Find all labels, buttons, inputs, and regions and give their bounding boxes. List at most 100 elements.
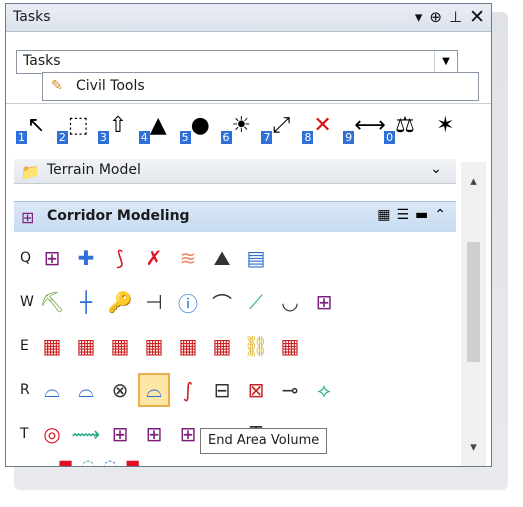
scale-icon: ⚖ [395, 113, 415, 138]
curve2-icon[interactable]: ∫ [174, 375, 202, 405]
corridor-plus-icon[interactable]: ⊞ [106, 419, 134, 449]
end-area-volume-icon[interactable]: ⌓ [138, 373, 170, 407]
grid-icon[interactable]: ▦ [38, 331, 66, 361]
info-icon[interactable]: ⓘ [174, 287, 202, 317]
target-icon[interactable]: ◎ [38, 419, 66, 449]
tool-icon[interactable]: ■ [125, 456, 140, 466]
row-key: E [20, 338, 29, 354]
grid-curve-icon[interactable]: ▦ [208, 331, 236, 361]
scroll-down-icon[interactable]: ▾ [461, 440, 486, 458]
tool-row-q: Q ⊞ ✚ ⟆ ✗ ≋ ⛰ ▤ [20, 240, 276, 276]
tool-select[interactable]: ↖ 1 [16, 110, 53, 150]
curve-icon[interactable]: ⟆ [106, 243, 134, 273]
chevron-up-icon[interactable]: ⌃ [434, 207, 446, 223]
shortcut-number: 6 [220, 131, 232, 144]
corridor-x-icon[interactable]: ⊞ [140, 419, 168, 449]
pin-icon[interactable]: ⊕ [429, 7, 442, 27]
selection-box-icon: ⬚ [67, 113, 89, 138]
tool-bulb[interactable]: ☀ 6 [220, 110, 258, 150]
grid-view-icon[interactable]: ▦ [377, 207, 390, 223]
civil-tools-label: Civil Tools [76, 78, 145, 94]
tool-delete[interactable]: ✕ 8 [302, 110, 339, 150]
line-icon[interactable]: ┼ [72, 287, 100, 317]
place-element-icon: ⇧ [108, 113, 128, 138]
split-icon[interactable]: ⊣ [140, 287, 168, 317]
list-view-icon[interactable]: ☰ [396, 207, 409, 223]
tool-place-element[interactable]: ⇧ 3 [97, 110, 135, 150]
terrain-model-header[interactable]: 📁 Terrain Model ⌄ [14, 159, 456, 184]
section-edit-icon[interactable]: ⊸ [276, 375, 304, 405]
autohide-icon[interactable]: ⊥ [449, 7, 462, 27]
title-bar-icons: ▾ ⊕ ⊥ ✕ [415, 7, 485, 27]
tool-fit-view[interactable]: ⤢ 7 [261, 110, 298, 150]
corridor-modeling-header[interactable]: ⊞ Corridor Modeling ▦ ☰ ▬ ⌃ [14, 201, 456, 232]
scroll-thumb[interactable] [467, 242, 480, 362]
profile-icon[interactable]: ▤ [242, 243, 270, 273]
tool-palette[interactable]: ● 5 [179, 110, 217, 150]
tool-icon[interactable]: ◌ [81, 456, 95, 466]
folder-icon: 📁 [21, 163, 40, 181]
tasks-combo[interactable]: Tasks ▼ [16, 50, 458, 74]
dropdown-icon[interactable]: ▾ [415, 7, 423, 27]
shortcut-number: 2 [56, 131, 68, 144]
vertical-scrollbar[interactable]: ▴ ▾ [461, 162, 486, 466]
template-icon[interactable]: ✚ [72, 243, 100, 273]
tool-measure[interactable]: ⟷ 9 [343, 110, 386, 150]
tool-paint[interactable]: ▲ 4 [138, 110, 176, 150]
terrain-model-label: Terrain Model [47, 162, 141, 178]
corridor-plus2-icon[interactable]: ⊞ [174, 419, 202, 449]
split2-icon[interactable]: ⟡ [310, 375, 338, 405]
chevron-down-icon[interactable]: ⌄ [430, 161, 442, 177]
grid-move-icon[interactable]: ▦ [106, 331, 134, 361]
corridor-icon[interactable]: ⊞ [38, 243, 66, 273]
tool-row-w: W ⛏ ┼ 🔑 ⊣ ⓘ ⌒ ⟋ ◡ ⊞ [20, 284, 344, 320]
detail-view-icon[interactable]: ▬ [415, 207, 428, 223]
surface-icon[interactable]: ≋ [174, 243, 202, 273]
corridor-icon: ⊞ [21, 208, 35, 227]
grid-edit-icon[interactable]: ▦ [72, 331, 100, 361]
row-key: Q [20, 250, 32, 266]
measure-icon: ⟷ [354, 113, 386, 138]
grid-pi-icon[interactable]: ▦ [140, 331, 168, 361]
partial-tool-row: ■ ◌ ◌ ■ [58, 456, 140, 466]
tool-star[interactable]: ✶ [425, 110, 462, 150]
shortcut-number: 0 [384, 131, 396, 144]
grid-small-icon[interactable]: ▦ [276, 331, 304, 361]
section2-icon[interactable]: ⌓ [72, 375, 100, 405]
row-key: T [20, 426, 29, 442]
tooltip: End Area Volume [200, 428, 328, 454]
scroll-up-icon[interactable]: ▴ [461, 174, 486, 192]
corridor2-icon[interactable]: ⊞ [310, 287, 338, 317]
tasks-combo-value: Tasks [23, 53, 61, 69]
tool-row-e: E ▦ ▦ ▦ ▦ ▦ ▦ ⛓ ▦ [20, 328, 310, 364]
grid-link-icon[interactable]: ⛓ [242, 331, 270, 361]
grid-plus-icon[interactable]: ▦ [174, 331, 202, 361]
main-toolbar: ↖ 1 ⬚ 2 ⇧ 3 ▲ 4 ● 5 ☀ 6 ⤢ 7 ✕ 8 ⟷ 9 ⚖ 0 … [16, 110, 462, 152]
bridge-icon[interactable]: ⟿ [72, 419, 101, 449]
star-icon: ✶ [436, 113, 455, 138]
key-icon[interactable]: 🔑 [106, 287, 134, 317]
boundary-x-icon[interactable]: ⊠ [242, 375, 270, 405]
tool-icon[interactable]: ◌ [103, 456, 117, 466]
cross-icon[interactable]: ✗ [140, 243, 168, 273]
excavator-icon[interactable]: ⛏ [38, 287, 66, 317]
tool-selection-box[interactable]: ⬚ 2 [56, 110, 94, 150]
bowl-icon[interactable]: ◡ [276, 287, 304, 317]
section-icon[interactable]: ⌓ [38, 375, 66, 405]
boundary-icon[interactable]: ⊟ [208, 375, 236, 405]
delete-icon: ✕ [313, 113, 332, 138]
title-bar: Tasks ▾ ⊕ ⊥ ✕ [6, 4, 491, 32]
combo-chevron-down-icon[interactable]: ▼ [434, 51, 457, 73]
select-arrow-icon: ↖ [27, 113, 46, 138]
transition-icon[interactable]: ⟋ [242, 287, 270, 317]
divider [6, 103, 491, 104]
tool-icon[interactable]: ■ [58, 456, 73, 466]
hill-icon[interactable]: ⛰ [208, 243, 236, 273]
tool-scale[interactable]: ⚖ 0 [384, 110, 421, 150]
row-key: R [20, 382, 30, 398]
arc-icon[interactable]: ⌒ [208, 287, 236, 317]
close-icon[interactable]: ✕ [469, 7, 485, 27]
civil-tools-item[interactable]: ✎ Civil Tools [42, 72, 479, 101]
tool-row-r: R ⌓ ⌓ ⊗ ⌓ ∫ ⊟ ⊠ ⊸ ⟡ [20, 372, 344, 408]
section-x-icon[interactable]: ⊗ [106, 375, 134, 405]
